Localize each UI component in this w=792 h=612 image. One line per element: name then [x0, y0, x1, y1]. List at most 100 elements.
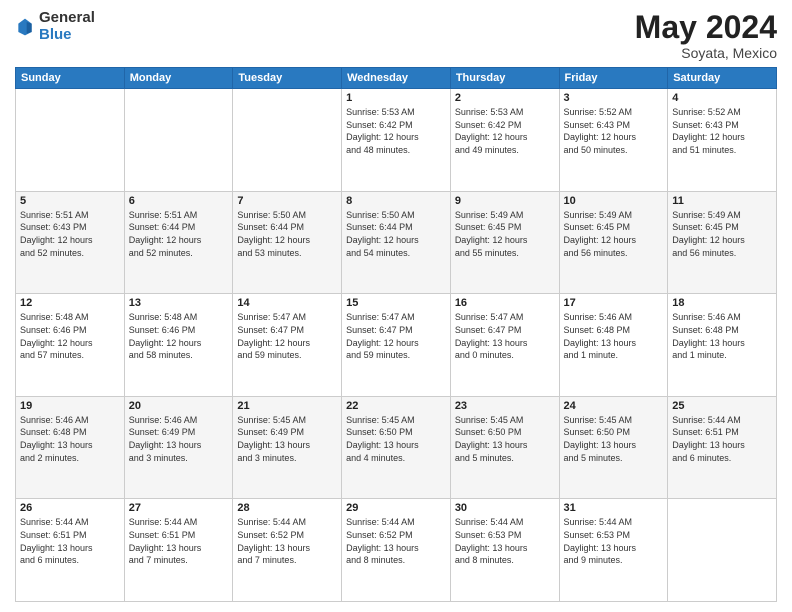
- cell-content: Sunrise: 5:49 AMSunset: 6:45 PMDaylight:…: [455, 209, 555, 259]
- calendar-cell: 30 Sunrise: 5:44 AMSunset: 6:53 PMDayligh…: [450, 499, 559, 602]
- cell-content: Sunrise: 5:48 AMSunset: 6:46 PMDaylight:…: [129, 311, 229, 361]
- day-number: 3: [564, 92, 664, 104]
- day-number: 20: [129, 400, 229, 412]
- day-number: 2: [455, 92, 555, 104]
- calendar-cell: 15 Sunrise: 5:47 AMSunset: 6:47 PMDayligh…: [342, 294, 451, 397]
- calendar-cell: 10Sunrise: 5:49 AMSunset: 6:45 PMDayligh…: [559, 191, 668, 294]
- calendar-cell: 29 Sunrise: 5:44 AMSunset: 6:52 PMDayligh…: [342, 499, 451, 602]
- calendar-cell: 16 Sunrise: 5:47 AMSunset: 6:47 PMDayligh…: [450, 294, 559, 397]
- day-number: 12: [20, 297, 120, 309]
- cell-content: Sunrise: 5:45 AMSunset: 6:50 PMDaylight:…: [564, 414, 664, 464]
- cell-content: Sunrise: 5:52 AMSunset: 6:43 PMDaylight:…: [672, 106, 772, 156]
- day-number: 14: [237, 297, 337, 309]
- cell-content: Sunrise: 5:46 AMSunset: 6:49 PMDaylight:…: [129, 414, 229, 464]
- day-number: 18: [672, 297, 772, 309]
- calendar-cell: 26 Sunrise: 5:44 AMSunset: 6:51 PMDayligh…: [16, 499, 125, 602]
- calendar-cell: 14 Sunrise: 5:47 AMSunset: 6:47 PMDayligh…: [233, 294, 342, 397]
- calendar-cell: 8 Sunrise: 5:50 AMSunset: 6:44 PMDaylight…: [342, 191, 451, 294]
- day-number: 24: [564, 400, 664, 412]
- day-number: 4: [672, 92, 772, 104]
- cell-content: Sunrise: 5:51 AMSunset: 6:44 PMDaylight:…: [129, 209, 229, 259]
- calendar-cell: 17Sunrise: 5:46 AMSunset: 6:48 PMDayligh…: [559, 294, 668, 397]
- calendar-cell: 3 Sunrise: 5:52 AMSunset: 6:43 PMDaylight…: [559, 89, 668, 192]
- day-number: 6: [129, 195, 229, 207]
- day-number: 26: [20, 502, 120, 514]
- day-number: 16: [455, 297, 555, 309]
- calendar-cell: [233, 89, 342, 192]
- calendar-week-row: 26 Sunrise: 5:44 AMSunset: 6:51 PMDayligh…: [16, 499, 777, 602]
- col-sunday: Sunday: [16, 68, 125, 89]
- calendar-cell: 4 Sunrise: 5:52 AMSunset: 6:43 PMDaylight…: [668, 89, 777, 192]
- calendar-cell: 5Sunrise: 5:51 AMSunset: 6:43 PMDaylight…: [16, 191, 125, 294]
- calendar-cell: 23 Sunrise: 5:45 AMSunset: 6:50 PMDayligh…: [450, 396, 559, 499]
- cell-content: Sunrise: 5:47 AMSunset: 6:47 PMDaylight:…: [237, 311, 337, 361]
- cell-content: Sunrise: 5:47 AMSunset: 6:47 PMDaylight:…: [455, 311, 555, 361]
- day-number: 21: [237, 400, 337, 412]
- calendar-week-row: 1Sunrise: 5:53 AMSunset: 6:42 PMDaylight…: [16, 89, 777, 192]
- day-number: 15: [346, 297, 446, 309]
- calendar-cell: 18 Sunrise: 5:46 AMSunset: 6:48 PMDayligh…: [668, 294, 777, 397]
- calendar-cell: [16, 89, 125, 192]
- calendar-week-row: 5Sunrise: 5:51 AMSunset: 6:43 PMDaylight…: [16, 191, 777, 294]
- cell-content: Sunrise: 5:52 AMSunset: 6:43 PMDaylight:…: [564, 106, 664, 156]
- cell-content: Sunrise: 5:46 AMSunset: 6:48 PMDaylight:…: [672, 311, 772, 361]
- calendar-week-row: 19 Sunrise: 5:46 AMSunset: 6:48 PMDayligh…: [16, 396, 777, 499]
- calendar-cell: 27Sunrise: 5:44 AMSunset: 6:51 PMDayligh…: [124, 499, 233, 602]
- day-number: 19: [20, 400, 120, 412]
- cell-content: Sunrise: 5:45 AMSunset: 6:49 PMDaylight:…: [237, 414, 337, 464]
- header: General Blue May 2024 Soyata, Mexico: [15, 10, 777, 61]
- logo: General Blue: [15, 10, 95, 43]
- cell-content: Sunrise: 5:50 AMSunset: 6:44 PMDaylight:…: [346, 209, 446, 259]
- calendar-cell: 7Sunrise: 5:50 AMSunset: 6:44 PMDaylight…: [233, 191, 342, 294]
- logo-general-label: General: [39, 10, 95, 27]
- day-number: 11: [672, 195, 772, 207]
- calendar-table: Sunday Monday Tuesday Wednesday Thursday…: [15, 67, 777, 602]
- day-number: 22: [346, 400, 446, 412]
- day-number: 30: [455, 502, 555, 514]
- title-block: May 2024 Soyata, Mexico: [635, 10, 777, 61]
- calendar-cell: 6 Sunrise: 5:51 AMSunset: 6:44 PMDaylight…: [124, 191, 233, 294]
- day-number: 27: [129, 502, 229, 514]
- cell-content: Sunrise: 5:48 AMSunset: 6:46 PMDaylight:…: [20, 311, 120, 361]
- calendar-cell: 24 Sunrise: 5:45 AMSunset: 6:50 PMDayligh…: [559, 396, 668, 499]
- day-number: 5: [20, 195, 120, 207]
- cell-content: Sunrise: 5:45 AMSunset: 6:50 PMDaylight:…: [346, 414, 446, 464]
- cell-content: Sunrise: 5:44 AMSunset: 6:52 PMDaylight:…: [346, 516, 446, 566]
- day-number: 17: [564, 297, 664, 309]
- calendar-cell: 21 Sunrise: 5:45 AMSunset: 6:49 PMDayligh…: [233, 396, 342, 499]
- calendar-cell: 25Sunrise: 5:44 AMSunset: 6:51 PMDayligh…: [668, 396, 777, 499]
- cell-content: Sunrise: 5:53 AMSunset: 6:42 PMDaylight:…: [346, 106, 446, 156]
- calendar-week-row: 12 Sunrise: 5:48 AMSunset: 6:46 PMDayligh…: [16, 294, 777, 397]
- calendar-cell: 19 Sunrise: 5:46 AMSunset: 6:48 PMDayligh…: [16, 396, 125, 499]
- col-thursday: Thursday: [450, 68, 559, 89]
- calendar-title: May 2024: [635, 10, 777, 45]
- day-number: 13: [129, 297, 229, 309]
- cell-content: Sunrise: 5:44 AMSunset: 6:53 PMDaylight:…: [455, 516, 555, 566]
- calendar-cell: 13 Sunrise: 5:48 AMSunset: 6:46 PMDayligh…: [124, 294, 233, 397]
- day-number: 28: [237, 502, 337, 514]
- calendar-cell: 9Sunrise: 5:49 AMSunset: 6:45 PMDaylight…: [450, 191, 559, 294]
- calendar-cell: 12 Sunrise: 5:48 AMSunset: 6:46 PMDayligh…: [16, 294, 125, 397]
- calendar-cell: 1Sunrise: 5:53 AMSunset: 6:42 PMDaylight…: [342, 89, 451, 192]
- day-number: 25: [672, 400, 772, 412]
- cell-content: Sunrise: 5:45 AMSunset: 6:50 PMDaylight:…: [455, 414, 555, 464]
- logo-icon: [15, 17, 35, 37]
- cell-content: Sunrise: 5:46 AMSunset: 6:48 PMDaylight:…: [20, 414, 120, 464]
- cell-content: Sunrise: 5:44 AMSunset: 6:51 PMDaylight:…: [20, 516, 120, 566]
- calendar-cell: 31Sunrise: 5:44 AMSunset: 6:53 PMDayligh…: [559, 499, 668, 602]
- cell-content: Sunrise: 5:49 AMSunset: 6:45 PMDaylight:…: [672, 209, 772, 259]
- cell-content: Sunrise: 5:44 AMSunset: 6:53 PMDaylight:…: [564, 516, 664, 566]
- calendar-cell: 20 Sunrise: 5:46 AMSunset: 6:49 PMDayligh…: [124, 396, 233, 499]
- calendar-cell: 28Sunrise: 5:44 AMSunset: 6:52 PMDayligh…: [233, 499, 342, 602]
- cell-content: Sunrise: 5:47 AMSunset: 6:47 PMDaylight:…: [346, 311, 446, 361]
- calendar-cell: 22 Sunrise: 5:45 AMSunset: 6:50 PMDayligh…: [342, 396, 451, 499]
- day-number: 29: [346, 502, 446, 514]
- calendar-cell: [124, 89, 233, 192]
- day-number: 23: [455, 400, 555, 412]
- day-number: 8: [346, 195, 446, 207]
- calendar-cell: [668, 499, 777, 602]
- calendar-header-row: Sunday Monday Tuesday Wednesday Thursday…: [16, 68, 777, 89]
- cell-content: Sunrise: 5:53 AMSunset: 6:42 PMDaylight:…: [455, 106, 555, 156]
- page: General Blue May 2024 Soyata, Mexico Sun…: [0, 0, 792, 612]
- calendar-cell: 11 Sunrise: 5:49 AMSunset: 6:45 PMDayligh…: [668, 191, 777, 294]
